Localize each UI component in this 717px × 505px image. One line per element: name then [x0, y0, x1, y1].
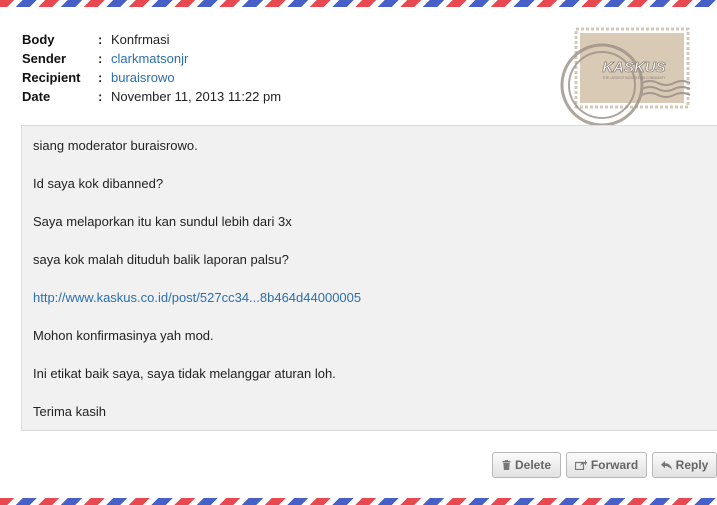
share-icon: [574, 460, 587, 470]
message-meta: Body : Konfrmasi Sender : clarkmatsonjr …: [22, 30, 281, 106]
airmail-border-bottom: [0, 498, 717, 505]
message-line: Ini etikat baik saya, saya tidak melangg…: [33, 366, 336, 381]
meta-row-sender: Sender : clarkmatsonjr: [22, 49, 281, 68]
meta-row-body: Body : Konfrmasi: [22, 30, 281, 49]
meta-row-recipient: Recipient : buraisrowo: [22, 68, 281, 87]
forward-button[interactable]: Forward: [566, 452, 647, 478]
sender-label: Sender: [22, 51, 67, 66]
body-label: Body: [22, 32, 55, 47]
sender-link[interactable]: clarkmatsonjr: [111, 49, 188, 68]
date-value: November 11, 2013 11:22 pm: [111, 89, 282, 104]
message-line: Mohon konfirmasinya yah mod.: [33, 328, 214, 343]
separator: :: [98, 89, 103, 104]
reply-label: Reply: [675, 458, 709, 472]
message-line: Terima kasih: [33, 404, 106, 419]
airmail-border-top: [0, 0, 717, 7]
message-body: siang moderator buraisrowo. Id saya kok …: [21, 125, 717, 431]
reply-arrow-icon: [660, 460, 672, 470]
date-label: Date: [22, 89, 51, 104]
separator: :: [98, 32, 103, 47]
delete-label: Delete: [514, 458, 552, 472]
trash-icon: [502, 460, 511, 470]
recipient-label: Recipient: [22, 70, 81, 85]
subject-value: Konfrmasi: [111, 32, 170, 47]
post-link[interactable]: http://www.kaskus.co.id/post/527cc34...8…: [33, 290, 361, 306]
meta-row-date: Date : November 11, 2013 11:22 pm: [22, 87, 281, 106]
forward-label: Forward: [590, 458, 639, 472]
reply-button[interactable]: Reply: [652, 452, 717, 478]
delete-button[interactable]: Delete: [492, 452, 561, 478]
message-line: Id saya kok dibanned?: [33, 176, 164, 191]
separator: :: [98, 70, 103, 85]
recipient-link[interactable]: buraisrowo: [111, 68, 175, 87]
message-line: Saya melaporkan itu kan sundul lebih dar…: [33, 214, 292, 229]
message-line: saya kok malah dituduh balik laporan pal…: [33, 252, 289, 267]
kaskus-stamp-icon: KASKUS THE LARGEST INDONESIAN COMMUNITY: [556, 27, 698, 129]
message-line: siang moderator buraisrowo.: [33, 138, 198, 153]
separator: :: [98, 51, 103, 66]
stamp-tagline: THE LARGEST INDONESIAN COMMUNITY: [602, 76, 666, 80]
stamp-logo-text: KASKUS: [602, 59, 665, 76]
